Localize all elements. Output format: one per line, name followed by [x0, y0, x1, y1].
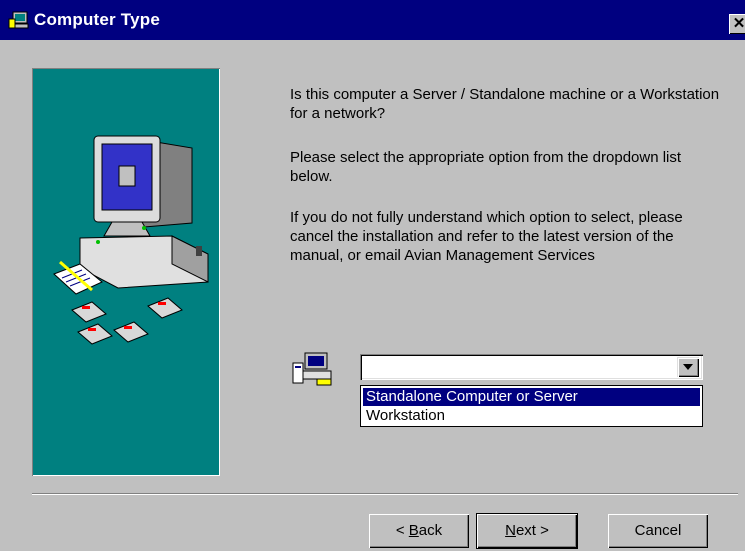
next-button-rest: ext > — [515, 522, 549, 539]
option-workstation[interactable]: Workstation — [363, 407, 700, 425]
next-button[interactable]: Next > — [476, 513, 578, 549]
wizard-side-panel — [32, 68, 220, 476]
close-button[interactable]: ✕ — [729, 14, 745, 34]
computer-type-dropdown-list: Standalone Computer or Server Workstatio… — [360, 385, 703, 427]
chevron-down-icon — [683, 364, 693, 370]
footer-divider — [32, 493, 738, 495]
cancel-button[interactable]: Cancel — [608, 514, 708, 548]
instruction-text: Please select the appropriate option fro… — [290, 149, 682, 185]
window-title: Computer Type — [34, 10, 161, 29]
computer-type-icon — [291, 349, 337, 390]
close-icon: ✕ — [732, 15, 745, 32]
back-button-lead: < — [395, 522, 409, 539]
question-text: Is this computer a Server / Standalone m… — [290, 86, 720, 122]
note-text: If you do not fully understand which opt… — [290, 209, 683, 264]
next-button-accel: N — [505, 522, 516, 539]
option-standalone-server[interactable]: Standalone Computer or Server — [363, 388, 700, 406]
dropdown-arrow-button[interactable] — [677, 357, 699, 377]
setup-computer-icon — [8, 10, 30, 32]
back-button-rest: ack — [418, 522, 443, 539]
computer-illustration — [53, 135, 209, 345]
computer-type-select[interactable] — [360, 354, 703, 380]
back-button-accel: B — [408, 522, 419, 539]
title-bar[interactable]: Computer Type — [0, 0, 745, 40]
back-button[interactable]: < Back — [369, 514, 469, 548]
